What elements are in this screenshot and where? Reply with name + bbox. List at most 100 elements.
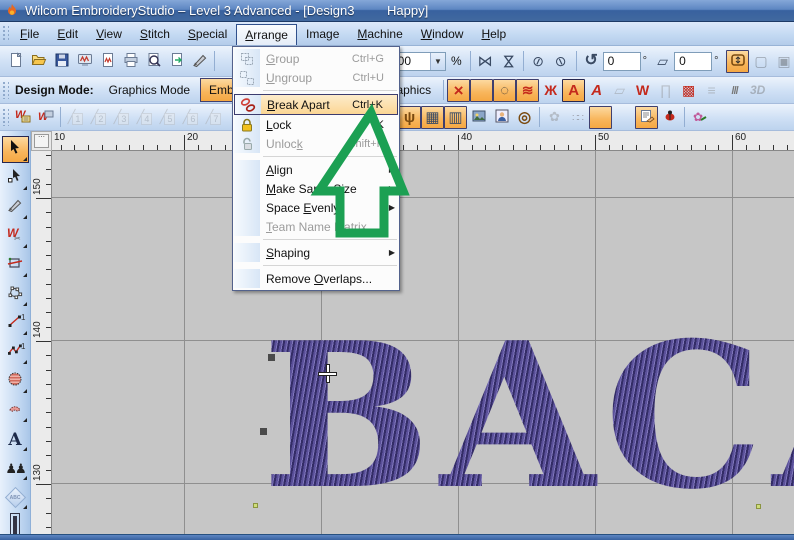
design-properties-button[interactable] (635, 105, 658, 129)
needle-4-button[interactable]: ╱4 (133, 106, 156, 129)
auto-applique-button[interactable]: A (585, 79, 608, 102)
skew-icon[interactable]: ▱ (651, 50, 674, 73)
hoop-layout-button[interactable]: ▢ (749, 50, 772, 73)
show-hoop-button[interactable]: ◎ (513, 106, 536, 129)
save-design-button[interactable] (50, 50, 73, 73)
export-design-button[interactable] (165, 50, 188, 73)
rotate-button[interactable]: ↺ (580, 50, 603, 73)
cross-stitch-button[interactable]: ▩ (677, 79, 700, 102)
menu-edit[interactable]: Edit (48, 24, 87, 45)
knife-tool-button[interactable] (2, 194, 29, 221)
rotate-cw-45-button[interactable]: ⊘ (550, 50, 573, 73)
open-design-button[interactable] (27, 50, 50, 73)
ruler-tick (46, 312, 51, 313)
menu-item-remove-overlaps[interactable]: Remove Overlaps... (234, 269, 398, 288)
toolbar-grip[interactable] (2, 107, 9, 127)
menu-item-ungroup[interactable]: Ungroup Ctrl+U (234, 68, 398, 87)
print-flower-icon: ✿ (692, 108, 708, 127)
print-to-machine-icon (100, 52, 116, 71)
print-preview-button[interactable] (142, 50, 165, 73)
lettering-machine-button[interactable]: W (34, 106, 57, 129)
menu-window[interactable]: Window (412, 24, 473, 45)
write-to-machine-button[interactable] (73, 50, 96, 73)
square-wave-button[interactable]: ∏ (654, 79, 677, 102)
menu-arrange[interactable]: Arrange (236, 23, 297, 45)
menu-view[interactable]: View (87, 24, 131, 45)
toolbar-grip[interactable] (2, 25, 9, 42)
embroidery-lettering[interactable]: BACA (262, 317, 794, 517)
team-names-button[interactable]: ♟♟ (2, 455, 29, 482)
trapunto-button[interactable]: ▱ (608, 79, 631, 102)
print-button[interactable] (119, 50, 142, 73)
needle-7-button[interactable]: ╱7 (202, 106, 225, 129)
ruler-tick (46, 269, 51, 270)
flower-pot-button[interactable]: ✿ (543, 106, 566, 129)
menu-item-group[interactable]: Group Ctrl+G (234, 49, 398, 68)
radial-fill-button[interactable]: Ж (539, 79, 562, 102)
new-document-button[interactable] (4, 50, 27, 73)
background-image-button[interactable] (467, 106, 490, 129)
menu-special[interactable]: Special (179, 24, 236, 45)
menu-image[interactable]: Image (297, 24, 348, 45)
triple-run-button[interactable]: 1 (2, 339, 29, 366)
mirror-horizontal-button[interactable]: ⋈ (474, 50, 497, 73)
motif-fill-button[interactable]: ◌ (493, 78, 517, 102)
stipple-fill-button[interactable]: ≡ (700, 79, 723, 102)
title-bar[interactable]: Wilcom EmbroideryStudio – Level 3 Advanc… (0, 0, 794, 22)
satin-circle-button[interactable] (2, 368, 29, 395)
selection-handle[interactable] (268, 354, 275, 361)
lettering-list-button[interactable]: W (11, 106, 34, 129)
graticule-button[interactable]: ▥ (444, 105, 467, 129)
graphics-mode-button[interactable]: Graphics Mode (101, 79, 198, 101)
remove-overlap-tool-button[interactable] (2, 252, 29, 279)
skew-angle-field[interactable]: 0 (674, 51, 713, 71)
menu-help[interactable]: Help (472, 24, 515, 45)
needle-5-button[interactable]: ╱5 (156, 106, 179, 129)
needle-1-button[interactable]: ╱1 (64, 106, 87, 129)
lettering-edit-button[interactable]: W ✂ (2, 223, 29, 250)
rotate-ccw-45-button[interactable]: ⊘ (527, 50, 550, 73)
rotate-angle-field[interactable]: 0 (602, 51, 641, 71)
vertical-ruler[interactable]: 150 140 130 (31, 151, 52, 534)
no-icon (234, 243, 260, 262)
needle-6-button[interactable]: ╱6 (179, 106, 202, 129)
reshape-tool-button[interactable] (2, 165, 29, 192)
ruler-options-button[interactable]: ⋯ (34, 134, 49, 148)
three-d-label-button[interactable]: 3D (746, 79, 769, 102)
design-colors-button[interactable] (589, 105, 612, 129)
thread-colors-button[interactable] (612, 106, 635, 129)
chevron-down-icon[interactable]: ▼ (430, 52, 445, 70)
flyout-indicator (22, 302, 27, 306)
needle-3-button[interactable]: ╱3 (110, 106, 133, 129)
toolbar-grip[interactable] (2, 80, 9, 100)
ring-fill-button[interactable] (2, 397, 29, 424)
ladybug-button[interactable] (658, 106, 681, 129)
selection-handle[interactable] (260, 428, 267, 435)
zigzag-stitch-button[interactable]: W (631, 79, 654, 102)
fancy-fill-button[interactable]: ≋ (516, 78, 540, 102)
tatami-stitch-button[interactable] (470, 78, 494, 102)
menu-stitch[interactable]: Stitch (131, 24, 179, 45)
needle-2-button[interactable]: ╱2 (87, 106, 110, 129)
print-to-machine-button[interactable] (96, 50, 119, 73)
polygon-select-button[interactable] (2, 281, 29, 308)
applique-button[interactable]: A (562, 78, 586, 102)
ruler-tick (143, 145, 144, 150)
knife-button[interactable] (188, 50, 211, 73)
rotate-cw-45-icon: ⊘ (552, 50, 570, 71)
print-flower-button[interactable]: ✿ (688, 106, 711, 129)
dot-grid-button[interactable]: ∷∷ (566, 106, 589, 129)
true-view-button[interactable] (490, 106, 513, 129)
hatch-fill-button[interactable]: /// (723, 79, 746, 102)
lettering-tool-button[interactable]: A (2, 426, 29, 453)
true-view-icon (494, 108, 510, 127)
satin-stitch-button[interactable]: × (447, 78, 471, 102)
select-tool-button[interactable] (1, 136, 29, 163)
hoop-template-button[interactable]: ▣ (772, 50, 794, 73)
run-stitch-button[interactable]: 1 (2, 310, 29, 337)
menu-machine[interactable]: Machine (348, 24, 411, 45)
mirror-vertical-button[interactable]: ⋈ (497, 50, 520, 73)
hoop-button[interactable] (726, 49, 750, 73)
menu-file[interactable]: File (11, 24, 48, 45)
monogramming-button[interactable]: ABC (2, 484, 29, 511)
